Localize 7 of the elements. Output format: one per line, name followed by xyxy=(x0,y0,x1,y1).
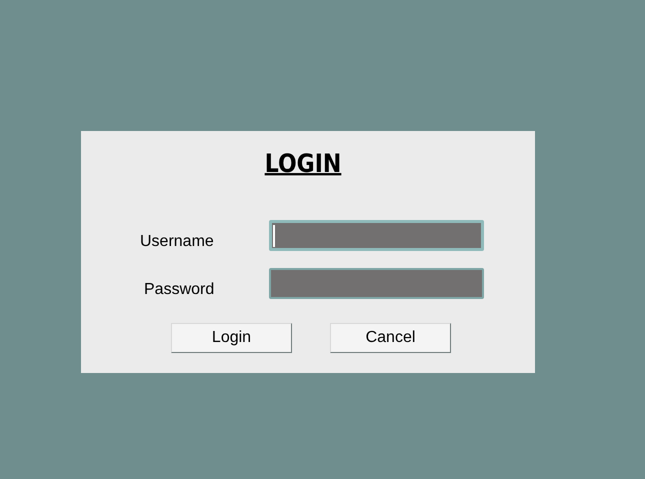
input-field[interactable] xyxy=(269,268,484,299)
login-title: LOGIN xyxy=(264,149,342,181)
dialog-button[interactable]: Cancel xyxy=(330,323,451,353)
input-field[interactable] xyxy=(269,220,484,251)
field-label: Username xyxy=(139,232,215,250)
field-label: Password xyxy=(143,280,216,298)
dialog-button[interactable]: Login xyxy=(171,323,292,353)
